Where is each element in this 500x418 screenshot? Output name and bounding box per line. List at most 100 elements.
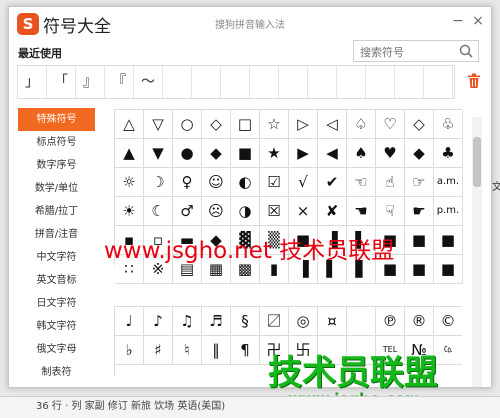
recent-symbol-cell[interactable]: ～: [134, 66, 163, 98]
symbol-cell[interactable]: ◎: [289, 307, 318, 336]
symbol-cell[interactable]: ■: [434, 226, 463, 255]
symbol-cell[interactable]: ☚: [347, 197, 376, 226]
symbol-cell[interactable]: ☀: [115, 197, 144, 226]
symbol-cell[interactable]: △: [115, 110, 144, 139]
symbol-cell[interactable]: ◁: [318, 110, 347, 139]
symbol-cell[interactable]: ¶: [231, 336, 260, 365]
symbol-cell[interactable]: ♬: [202, 307, 231, 336]
symbol-cell[interactable]: ♫: [173, 307, 202, 336]
sidebar-item-3[interactable]: 数学/单位: [18, 177, 95, 200]
symbol-cell[interactable]: ♯: [144, 336, 173, 365]
symbol-cell[interactable]: √: [289, 168, 318, 197]
sidebar-item-0[interactable]: 特殊符号: [18, 108, 95, 131]
symbol-cell[interactable]: ♂: [173, 197, 202, 226]
symbol-cell[interactable]: ♧: [434, 110, 463, 139]
symbol-cell[interactable]: ▼: [144, 139, 173, 168]
recent-symbol-cell[interactable]: [337, 66, 366, 98]
symbol-cell[interactable]: ♭: [115, 336, 144, 365]
symbol-cell[interactable]: ●: [173, 139, 202, 168]
symbol-cell[interactable]: ■: [434, 255, 463, 284]
recent-symbol-cell[interactable]: [192, 66, 221, 98]
sidebar-item-7[interactable]: 英文音标: [18, 269, 95, 292]
symbol-cell[interactable]: ☑: [260, 168, 289, 197]
symbol-cell[interactable]: ★: [260, 139, 289, 168]
symbol-cell[interactable]: ♤: [347, 110, 376, 139]
recent-symbol-cell[interactable]: [279, 66, 308, 98]
symbol-cell[interactable]: ✘: [318, 197, 347, 226]
search-icon[interactable]: [458, 43, 474, 59]
symbol-cell[interactable]: ◆: [202, 139, 231, 168]
recent-symbol-cell[interactable]: 『: [105, 66, 134, 98]
symbol-cell[interactable]: ☹: [202, 197, 231, 226]
title-bar[interactable]: S 符号大全 搜狗拼音输入法 − ×: [9, 7, 491, 41]
recent-symbol-cell[interactable]: [163, 66, 192, 98]
symbol-cell[interactable]: 〼: [260, 307, 289, 336]
recent-symbol-cell[interactable]: 「: [47, 66, 76, 98]
symbol-cell[interactable]: a.m.: [434, 168, 463, 197]
symbol-cell[interactable]: ☽: [144, 168, 173, 197]
symbol-cell[interactable]: ◆: [405, 139, 434, 168]
sidebar-item-11[interactable]: 制表符: [18, 361, 95, 384]
symbol-cell[interactable]: ♪: [144, 307, 173, 336]
symbol-cell[interactable]: ☾: [144, 197, 173, 226]
sidebar-item-6[interactable]: 中文字符: [18, 246, 95, 269]
symbol-cell[interactable]: ☆: [260, 110, 289, 139]
symbol-cell[interactable]: ▶: [289, 139, 318, 168]
symbol-cell[interactable]: ■: [231, 139, 260, 168]
symbol-cell[interactable]: ♠: [347, 139, 376, 168]
symbol-cell[interactable]: ♣: [434, 139, 463, 168]
sidebar-item-10[interactable]: 俄文字母: [18, 338, 95, 361]
symbol-cell[interactable]: ☺: [202, 168, 231, 197]
symbol-cell[interactable]: ☜: [347, 168, 376, 197]
trash-icon[interactable]: [467, 73, 481, 89]
symbol-cell[interactable]: ©: [434, 307, 462, 336]
symbol-cell[interactable]: ▽: [144, 110, 173, 139]
symbol-cell[interactable]: [347, 307, 376, 336]
symbol-cell[interactable]: ℗: [376, 307, 405, 336]
symbol-cell[interactable]: ◇: [202, 110, 231, 139]
recent-symbol-cell[interactable]: 』: [76, 66, 105, 98]
symbol-cell[interactable]: ☒: [260, 197, 289, 226]
symbol-cell[interactable]: ♡: [376, 110, 405, 139]
scrollbar[interactable]: [472, 117, 482, 387]
sidebar-item-1[interactable]: 标点符号: [18, 131, 95, 154]
symbol-cell[interactable]: ♮: [173, 336, 202, 365]
symbol-cell[interactable]: ◑: [231, 197, 260, 226]
recent-symbol-cell[interactable]: [221, 66, 250, 98]
symbol-cell[interactable]: ◀: [318, 139, 347, 168]
symbol-cell[interactable]: ▷: [289, 110, 318, 139]
sidebar-item-2[interactable]: 数字序号: [18, 154, 95, 177]
symbol-cell[interactable]: ☛: [405, 197, 434, 226]
minimize-button[interactable]: −: [449, 12, 467, 30]
symbol-cell[interactable]: ◇: [405, 110, 434, 139]
close-button[interactable]: ×: [469, 12, 487, 30]
symbol-cell[interactable]: ♀: [173, 168, 202, 197]
symbol-cell[interactable]: ■: [405, 226, 434, 255]
symbol-cell[interactable]: ◐: [231, 168, 260, 197]
symbol-cell[interactable]: §: [231, 307, 260, 336]
sidebar-item-8[interactable]: 日文字符: [18, 292, 95, 315]
symbol-cell[interactable]: ☼: [115, 168, 144, 197]
symbol-cell[interactable]: ☝: [376, 168, 405, 197]
symbol-cell[interactable]: ¤: [318, 307, 347, 336]
sidebar-item-5[interactable]: 拼音/注音: [18, 223, 95, 246]
symbol-cell[interactable]: ☟: [376, 197, 405, 226]
recent-symbol-cell[interactable]: [366, 66, 395, 98]
sidebar-item-9[interactable]: 韩文字符: [18, 315, 95, 338]
recent-symbol-cell[interactable]: 」: [18, 66, 47, 98]
symbol-cell[interactable]: ▲: [115, 139, 144, 168]
symbol-cell[interactable]: ♩: [115, 307, 144, 336]
scrollbar-thumb[interactable]: [473, 137, 481, 187]
search-box[interactable]: [353, 40, 479, 63]
symbol-cell[interactable]: ○: [173, 110, 202, 139]
symbol-cell[interactable]: p.m.: [434, 197, 463, 226]
symbol-cell[interactable]: ‖: [202, 336, 231, 365]
search-input[interactable]: [354, 42, 454, 63]
symbol-cell[interactable]: ☞: [405, 168, 434, 197]
recent-symbol-cell[interactable]: [308, 66, 337, 98]
symbol-cell[interactable]: ♥: [376, 139, 405, 168]
recent-symbol-cell[interactable]: [395, 66, 424, 98]
recent-symbol-cell[interactable]: [424, 66, 453, 98]
symbol-cell[interactable]: ✔: [318, 168, 347, 197]
symbol-cell[interactable]: ■: [405, 255, 434, 284]
